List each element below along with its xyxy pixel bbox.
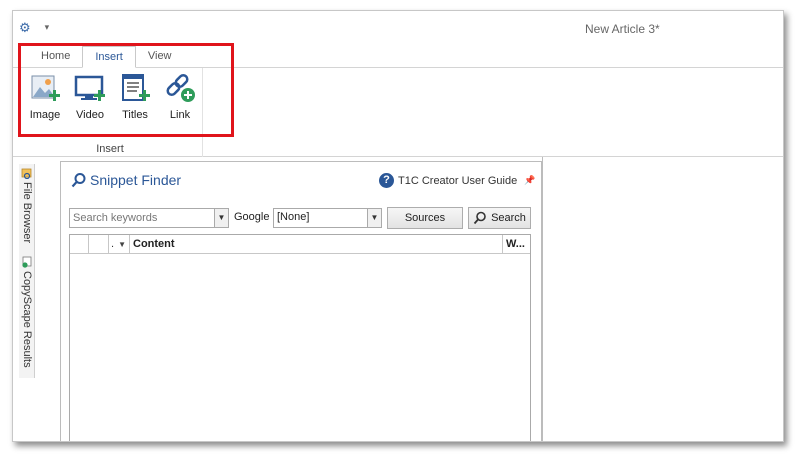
insert-link-button[interactable]: Link <box>158 72 202 124</box>
quick-access-toolbar: ⚙ ▾ <box>19 17 49 37</box>
sources-label: Sources <box>404 212 446 224</box>
insert-link-label: Link <box>169 109 191 121</box>
search-button[interactable]: Search <box>468 207 531 229</box>
app-window: ⚙ ▾ New Article 3* Home Insert View Imag… <box>12 10 784 442</box>
insert-titles-button[interactable]: Titles <box>113 72 157 124</box>
side-tab-copyscape[interactable]: CopyScape Results <box>19 256 35 368</box>
tab-view[interactable]: View <box>136 46 184 68</box>
search-icon <box>473 211 486 225</box>
chevron-down-icon[interactable]: ▾ <box>45 22 50 33</box>
sort-dropdown-icon: ▼ <box>118 240 127 249</box>
grid-col-select[interactable] <box>70 235 89 253</box>
grid-col-sort[interactable]: . ▼ <box>109 235 130 253</box>
engine-label: Google <box>234 211 270 223</box>
insert-video-label: Video <box>76 109 104 121</box>
help-icon: ? <box>379 173 394 188</box>
copyscape-icon <box>22 256 32 268</box>
insert-group: Image Video Titles Link Insert <box>17 68 203 157</box>
side-tab-strip: File Browser CopyScape Results <box>19 164 35 378</box>
copyscape-results-label: CopyScape Results <box>21 271 33 368</box>
side-tab-file-browser[interactable]: File Browser <box>19 167 35 243</box>
engine-dropdown-button[interactable]: ▼ <box>367 208 382 228</box>
insert-titles-label: Titles <box>122 109 148 121</box>
insert-image-button[interactable]: Image <box>23 72 67 124</box>
search-label: Search <box>491 212 526 224</box>
snippet-finder-panel: Snippet Finder ? T1C Creator User Guide … <box>60 161 542 441</box>
engine-select[interactable]: [None] <box>273 208 369 228</box>
snippet-finder-title: Snippet Finder <box>71 172 181 188</box>
grid-col-indicator[interactable] <box>89 235 109 253</box>
ribbon-tabs: Home Insert View <box>29 46 184 68</box>
link-add-icon <box>166 73 195 102</box>
user-guide-link[interactable]: ? T1C Creator User Guide 📌 <box>379 173 535 188</box>
gear-icon[interactable]: ⚙ <box>19 21 31 34</box>
ribbon-panel: Image Video Titles Link Insert <box>13 68 783 157</box>
tab-insert[interactable]: Insert <box>82 46 136 68</box>
pin-icon[interactable]: 📌 <box>524 175 535 186</box>
titles-add-icon <box>122 74 150 101</box>
tab-home[interactable]: Home <box>29 46 82 68</box>
grid-col-w[interactable]: W... <box>503 235 530 253</box>
grid-col-content[interactable]: Content <box>130 235 503 253</box>
sources-button[interactable]: Sources <box>387 207 463 229</box>
editor-pane-divider <box>542 157 543 441</box>
image-add-icon <box>31 75 60 101</box>
user-guide-text: T1C Creator User Guide <box>398 174 518 187</box>
file-browser-icon <box>21 168 32 179</box>
window-title: New Article 3* <box>585 22 660 36</box>
video-add-icon <box>74 75 105 101</box>
insert-image-label: Image <box>29 109 61 121</box>
grid-col-sort-label: . <box>111 238 115 250</box>
search-keywords-input[interactable] <box>69 208 229 228</box>
keywords-dropdown-button[interactable]: ▼ <box>214 208 229 228</box>
grid-header: . ▼ Content W... <box>70 235 530 254</box>
results-grid: . ▼ Content W... <box>69 234 531 441</box>
magnifier-icon <box>71 173 86 188</box>
file-browser-label: File Browser <box>21 182 33 244</box>
insert-group-label: Insert <box>96 143 124 155</box>
insert-video-button[interactable]: Video <box>68 72 112 124</box>
snippet-finder-title-text: Snippet Finder <box>90 172 182 188</box>
